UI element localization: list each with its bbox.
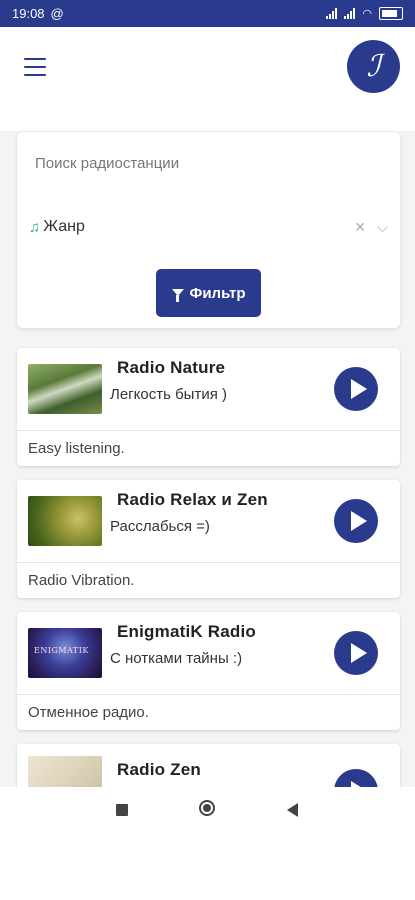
station-genre: Отменное радио. xyxy=(28,704,149,721)
recent-apps-icon[interactable] xyxy=(116,804,128,816)
play-button[interactable] xyxy=(334,367,378,411)
thumbnail-logo-text: ENIGMATIK xyxy=(34,646,89,655)
station-card[interactable]: ENIGMATIK EnigmatiK Radio С нотками тайн… xyxy=(17,612,400,730)
station-slogan: Легкость бытия ) xyxy=(110,386,227,403)
status-left: 19:08 @ xyxy=(12,6,64,21)
filter-button[interactable]: Фильтр xyxy=(156,269,261,317)
station-slogan: Расслабься =) xyxy=(110,518,210,535)
station-name: Radio Zen xyxy=(117,760,201,779)
play-icon xyxy=(350,643,367,663)
station-name: EnigmatiK Radio xyxy=(117,622,257,641)
hamburger-icon[interactable] xyxy=(24,58,46,76)
station-name: Radio Relax и Zen xyxy=(117,490,268,509)
play-icon xyxy=(350,511,367,531)
divider xyxy=(17,694,400,695)
home-icon[interactable] xyxy=(199,800,215,816)
status-bar: 19:08 @ ◠ xyxy=(0,0,415,27)
signal-icon xyxy=(344,8,356,19)
station-genre: Easy listening. xyxy=(28,440,125,457)
battery-icon xyxy=(379,7,403,20)
station-card[interactable]: Radio Relax и Zen Расслабься =) Radio Vi… xyxy=(17,480,400,598)
chevron-down-icon[interactable]: ⌵ xyxy=(377,219,388,236)
station-card[interactable]: Radio Nature Легкость бытия ) Easy liste… xyxy=(17,348,400,466)
station-thumbnail xyxy=(28,496,102,546)
station-card[interactable]: Radio Zen xyxy=(17,744,400,787)
genre-select[interactable]: ♫ Жанр × ⌵ xyxy=(17,202,400,252)
play-button[interactable] xyxy=(334,499,378,543)
bottom-area xyxy=(0,834,415,900)
app-logo[interactable]: ℐ xyxy=(347,40,400,93)
status-right: ◠ xyxy=(326,7,403,20)
music-note-icon: ♫ xyxy=(29,218,41,236)
station-thumbnail: ENIGMATIK xyxy=(28,628,102,678)
station-thumbnail xyxy=(28,756,102,787)
divider xyxy=(17,430,400,431)
signal-icon xyxy=(326,8,338,19)
filter-button-label: Фильтр xyxy=(189,284,246,302)
status-time: 19:08 xyxy=(12,6,45,21)
filter-card: ♫ Жанр × ⌵ Фильтр xyxy=(17,132,400,328)
play-button[interactable] xyxy=(334,769,378,787)
play-button[interactable] xyxy=(334,631,378,675)
station-slogan: С нотками тайны :) xyxy=(110,650,243,667)
wifi-icon: ◠ xyxy=(362,8,372,20)
station-name: Radio Nature xyxy=(117,358,226,377)
station-thumbnail xyxy=(28,364,102,414)
genre-label: Жанр xyxy=(43,218,85,235)
system-nav-bar xyxy=(0,787,415,834)
divider xyxy=(17,562,400,563)
funnel-icon xyxy=(171,288,184,302)
play-icon xyxy=(350,379,367,399)
search-input[interactable] xyxy=(33,150,377,176)
station-genre: Radio Vibration. xyxy=(28,572,135,589)
back-icon[interactable] xyxy=(287,803,298,817)
at-sign-icon: @ xyxy=(50,6,64,21)
clear-icon[interactable]: × xyxy=(355,217,366,238)
